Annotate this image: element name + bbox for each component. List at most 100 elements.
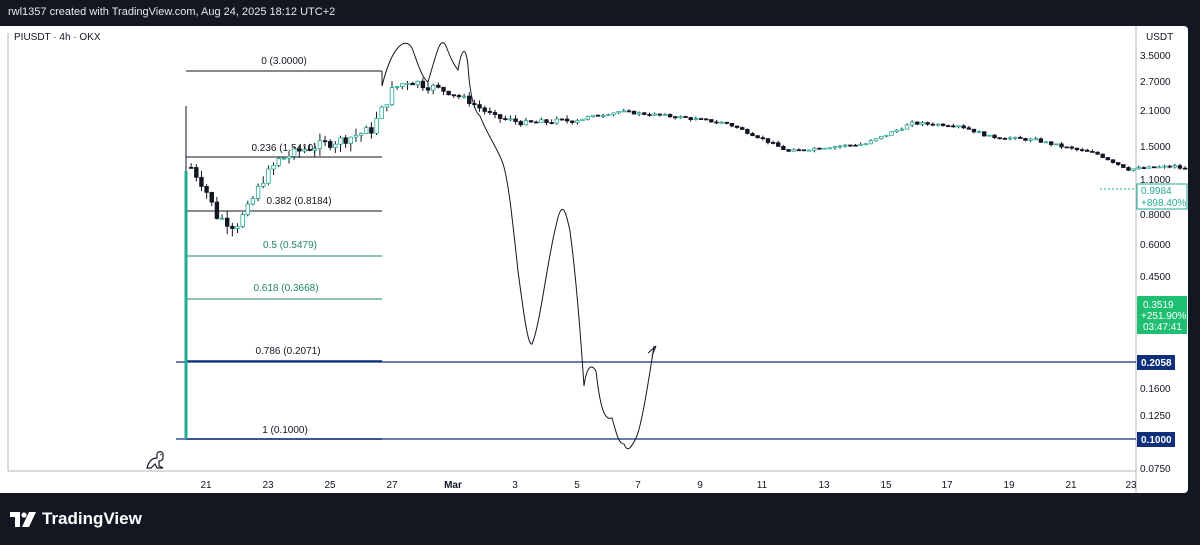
candle-up bbox=[219, 217, 225, 220]
candle-up bbox=[889, 131, 894, 136]
candle-down bbox=[456, 95, 462, 98]
candle-up bbox=[652, 113, 657, 116]
projection-drawing[interactable] bbox=[381, 42, 655, 450]
candle-up bbox=[539, 119, 544, 123]
green-price-value: 0.3519 bbox=[1143, 300, 1174, 311]
tradingview-logo[interactable]: TradingView bbox=[10, 509, 142, 529]
candle-down bbox=[1069, 146, 1074, 149]
candle-up bbox=[1054, 143, 1059, 146]
candle-up bbox=[904, 124, 910, 130]
candle-down bbox=[631, 110, 637, 115]
candle-down bbox=[446, 90, 451, 96]
candle-up bbox=[575, 120, 580, 123]
candle-down bbox=[961, 125, 966, 129]
candle-down bbox=[544, 119, 549, 123]
candle-up bbox=[662, 114, 668, 116]
candle-down bbox=[1079, 149, 1085, 152]
candle-down bbox=[1182, 167, 1188, 170]
candle-down bbox=[410, 82, 415, 86]
candle-up bbox=[394, 86, 400, 88]
candle-down bbox=[492, 112, 498, 115]
candle-up bbox=[523, 120, 529, 126]
candle-down bbox=[724, 121, 729, 124]
candle-up bbox=[384, 104, 390, 108]
candle-up bbox=[389, 87, 395, 106]
fib-label-0618: 0.618 (0.3668) bbox=[253, 283, 318, 294]
chart-area[interactable]: PIUSDT · 4h · OKX USDT 3.5000 2.7000 2.1… bbox=[0, 26, 1200, 493]
candle-up bbox=[364, 127, 369, 134]
candle-down bbox=[534, 121, 539, 124]
candle-up bbox=[554, 118, 559, 124]
candle-up bbox=[261, 182, 266, 187]
candle-down bbox=[657, 113, 662, 116]
candle-down bbox=[1064, 146, 1069, 149]
candle-up bbox=[255, 185, 261, 199]
candle-up bbox=[1157, 166, 1162, 169]
candle-down bbox=[1110, 159, 1116, 163]
candle-up bbox=[281, 157, 287, 160]
candle-down bbox=[1074, 147, 1080, 151]
price-axis-ticks: 3.5000 2.7000 2.1000 1.5000 1.1000 0.800… bbox=[1140, 51, 1171, 475]
candle-up bbox=[590, 114, 596, 118]
candle-down bbox=[915, 121, 920, 125]
candle-up bbox=[235, 226, 240, 229]
last-price-value: 0.9984 bbox=[1141, 186, 1172, 197]
candle-down bbox=[1167, 165, 1172, 168]
candle-down bbox=[930, 123, 935, 126]
candle-up bbox=[338, 137, 343, 145]
candle-up bbox=[637, 112, 642, 115]
bar-countdown: 03:47:41 bbox=[1143, 322, 1182, 333]
candle-down bbox=[770, 142, 776, 144]
candle-down bbox=[698, 118, 704, 120]
candle-down bbox=[755, 135, 760, 139]
fib-label-0786: 0.786 (0.2071) bbox=[255, 346, 320, 357]
time-tick-label: 21 bbox=[1065, 480, 1077, 491]
candle-down bbox=[626, 110, 632, 113]
fib-label-0382: 0.382 (0.8184) bbox=[266, 196, 331, 207]
candle-down bbox=[1038, 138, 1044, 143]
candle-up bbox=[894, 129, 899, 133]
dino-mascot-icon[interactable] bbox=[146, 451, 164, 469]
candle-down bbox=[322, 140, 328, 143]
candle-up bbox=[286, 155, 292, 159]
candle-up bbox=[271, 164, 276, 170]
price-tick-label: 2.1000 bbox=[1140, 106, 1171, 117]
candle-up bbox=[1007, 137, 1013, 140]
candle-up bbox=[621, 110, 626, 113]
candle-down bbox=[1090, 151, 1095, 153]
candle-down bbox=[1049, 141, 1054, 145]
candle-down bbox=[1152, 166, 1157, 169]
candle-down bbox=[1100, 153, 1105, 158]
level-2-badge: 0.1000 bbox=[1137, 432, 1175, 447]
candle-down bbox=[595, 114, 601, 117]
candle-up bbox=[822, 147, 827, 150]
price-tick-label: 0.8000 bbox=[1140, 210, 1171, 221]
candle-up bbox=[317, 140, 323, 150]
candle-up bbox=[374, 118, 379, 134]
price-tick-label: 2.7000 bbox=[1140, 77, 1171, 88]
fib-label-0: 0 (3.0000) bbox=[261, 56, 307, 67]
candle-down bbox=[1085, 149, 1090, 152]
candle-up bbox=[719, 121, 724, 124]
candle-down bbox=[992, 134, 997, 139]
fibonacci-retracement[interactable]: 0 (3.0000) 0.236 (1.5410) 0.382 (0.8184)… bbox=[186, 56, 383, 440]
price-tick-label: 0.4500 bbox=[1140, 272, 1171, 283]
candle-down bbox=[781, 146, 786, 151]
candle-up bbox=[956, 125, 961, 128]
green-price-change: +251.90% bbox=[1141, 311, 1186, 322]
price-chart[interactable]: PIUSDT · 4h · OKX USDT 3.5000 2.7000 2.1… bbox=[0, 26, 1200, 493]
candle-down bbox=[199, 176, 204, 187]
candle-down bbox=[647, 114, 652, 116]
candle-down bbox=[786, 149, 791, 152]
symbol-legend: PIUSDT · 4h · OKX bbox=[14, 32, 101, 43]
green-price-badge: 0.3519 +251.90% 03:47:41 bbox=[1137, 296, 1187, 334]
candle-up bbox=[1136, 167, 1141, 170]
candle-down bbox=[230, 225, 235, 229]
candle-down bbox=[1018, 136, 1023, 139]
candle-down bbox=[729, 122, 735, 127]
level-1-value: 0.2058 bbox=[1141, 358, 1172, 369]
candle-down bbox=[966, 127, 971, 130]
candle-down bbox=[853, 144, 858, 147]
time-tick-label: 3 bbox=[512, 480, 518, 491]
candle-down bbox=[513, 118, 518, 122]
